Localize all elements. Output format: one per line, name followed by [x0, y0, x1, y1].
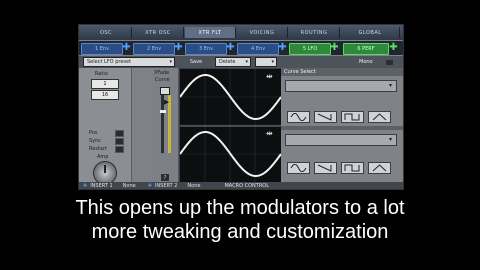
mono-checkbox[interactable]: [385, 59, 394, 66]
mod-3-add-icon[interactable]: ✚: [226, 43, 235, 53]
saw-wave-icon: [317, 113, 332, 121]
delete-select-label: Delete: [219, 59, 236, 65]
lfo-preset-select[interactable]: Select LFO preset ▾: [83, 57, 175, 67]
tab-voicing[interactable]: VOICING: [237, 27, 288, 38]
tab-bar: OSC XTR OSC XTR FLT VOICING ROUTING GLOB…: [79, 25, 403, 40]
delete-select[interactable]: Delete ▾: [215, 57, 251, 67]
mod-1-add-icon[interactable]: ✚: [122, 43, 131, 53]
curve-shape-triangle-2-button[interactable]: [368, 162, 391, 174]
curve-shape-triangle-1-button[interactable]: [368, 111, 391, 123]
lfo-preset-select-label: Select LFO preset: [87, 59, 132, 65]
ratio-denominator-field[interactable]: 16: [91, 90, 119, 100]
curve-select-dropdown-1[interactable]: ▾: [285, 80, 397, 92]
curve-label: Curve: [155, 77, 170, 83]
saw-wave-icon: [317, 164, 332, 172]
ratio-numerator-field[interactable]: 1: [91, 79, 119, 89]
lfo-waveform-display[interactable]: ⇹ ⇹: [179, 68, 282, 184]
save-button[interactable]: Save: [183, 57, 209, 67]
panel-divider: [281, 126, 403, 130]
chevron-down-icon: ▾: [245, 59, 248, 65]
chevron-down-icon: ▾: [169, 59, 172, 65]
insert-2-label: INSERT 2: [154, 182, 178, 189]
mono-label: Mono: [359, 59, 373, 65]
mod-3-env-button[interactable]: 3 Env: [185, 43, 227, 55]
lfo-control-row: Select LFO preset ▾ Save Delete ▾ ▾ Mono: [79, 56, 403, 68]
insert-2-add-icon[interactable]: ✚: [148, 183, 152, 189]
waveform-graph: ⇹ ⇹: [179, 69, 282, 183]
triangle-wave-icon: [372, 164, 387, 172]
caption-line-2: more tweaking and customization: [91, 221, 389, 243]
curve-toggle[interactable]: [160, 87, 170, 95]
extra-select[interactable]: ▾: [255, 57, 277, 67]
insert-1-label: INSERT 1: [90, 182, 113, 189]
xfade-label: XFade: [154, 70, 170, 76]
chevron-down-icon: ▾: [388, 136, 392, 143]
modulator-bar: 1 Env ✚ 2 Env ✚ 3 Env ✚ 4 Env ✚ 5 LFO ✚ …: [79, 41, 403, 55]
curve-select-dropdown-2[interactable]: ▾: [285, 134, 397, 146]
tab-xtr-osc[interactable]: XTR OSC: [133, 27, 184, 38]
curve-shape-square-1-button[interactable]: [341, 111, 364, 123]
macro-control-label: MACRO CONTROL: [224, 182, 270, 189]
mod-6-perf-button[interactable]: 6 PERF: [343, 43, 389, 55]
pos-label: Pos: [89, 130, 98, 136]
square-wave-icon: [344, 164, 360, 172]
sync-checkbox[interactable]: [115, 138, 124, 145]
knob-pointer: [104, 165, 106, 173]
mod-1-env-button[interactable]: 1 Env: [81, 43, 123, 55]
mod-2-add-icon[interactable]: ✚: [174, 43, 183, 53]
sine-wave-icon: [290, 113, 307, 121]
mod-5-add-icon[interactable]: ✚: [330, 43, 339, 53]
sync-label: Sync: [89, 138, 102, 144]
insert-bar: ✚ INSERT 1 None ✚ INSERT 2 None MACRO CO…: [79, 182, 403, 189]
tab-routing[interactable]: ROUTING: [289, 27, 340, 38]
mod-4-add-icon[interactable]: ✚: [278, 43, 287, 53]
lfo-left-panel: Ratio 1 16 Pos Sync Restart Amp: [79, 68, 132, 189]
curve-select-header: Curve Select: [281, 68, 403, 76]
mouse-cursor-icon: ➤: [162, 98, 170, 108]
insert-1-add-icon[interactable]: ✚: [83, 183, 87, 189]
curve-shape-sine-2-button[interactable]: [287, 162, 310, 174]
curve-select-panel: Curve Select ▾ ▾: [281, 68, 403, 182]
curve-shape-square-2-button[interactable]: [341, 162, 364, 174]
chevron-down-icon: ▾: [388, 82, 392, 89]
insert-2-select[interactable]: None: [187, 183, 200, 189]
curve-shape-saw-2-button[interactable]: [314, 162, 337, 174]
mod-5-lfo-button[interactable]: 5 LFO: [289, 43, 331, 55]
square-wave-icon: [344, 113, 360, 121]
pos-checkbox[interactable]: [115, 130, 124, 137]
amp-label: Amp: [97, 154, 109, 160]
mod-6-add-icon[interactable]: ✚: [389, 43, 398, 53]
restart-label: Restart: [89, 146, 107, 152]
curve-shape-saw-1-button[interactable]: [314, 111, 337, 123]
insert-1-select[interactable]: None: [123, 183, 136, 189]
expand-arrows-icon: ⇹: [266, 129, 273, 138]
expand-arrows-icon: ⇹: [266, 72, 273, 81]
ratio-label: Ratio: [95, 71, 108, 77]
curve-shape-sine-1-button[interactable]: [287, 111, 310, 123]
sine-wave-icon: [290, 164, 307, 172]
help-button[interactable]: ?: [161, 174, 169, 181]
synth-window: OSC XTR OSC XTR FLT VOICING ROUTING GLOB…: [78, 24, 404, 190]
mod-2-env-button[interactable]: 2 Env: [133, 43, 175, 55]
caption-line-1: This opens up the modulators to a lot: [75, 197, 405, 219]
mod-4-env-button[interactable]: 4 Env: [237, 43, 279, 55]
tab-osc[interactable]: OSC: [81, 27, 132, 38]
tab-global[interactable]: GLOBAL: [341, 27, 400, 38]
triangle-wave-icon: [372, 113, 387, 121]
tab-xtr-flt[interactable]: XTR FLT: [185, 27, 236, 38]
xfade-slider-handle[interactable]: [160, 110, 166, 113]
xfade-curve-panel: XFade Curve ➤ ?: [152, 68, 179, 182]
chevron-down-icon: ▾: [271, 59, 274, 65]
restart-checkbox[interactable]: [115, 146, 124, 153]
